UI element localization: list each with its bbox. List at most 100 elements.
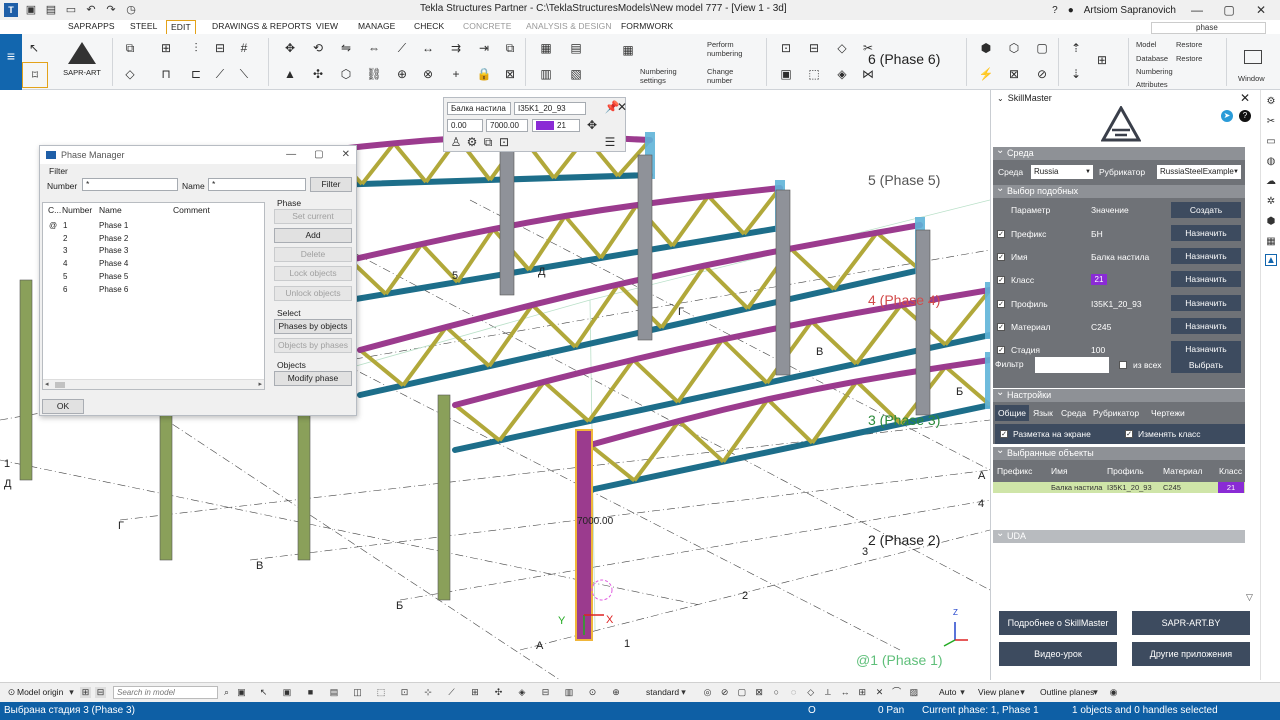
window-label[interactable]: Window [1238, 74, 1265, 83]
sel-col-name[interactable]: Имя [1051, 466, 1068, 476]
toolbar-close-icon[interactable]: ✕ [614, 101, 630, 113]
video-lesson-button[interactable]: Видео-урок [999, 642, 1117, 666]
filter-input[interactable] [1035, 357, 1109, 373]
tab-steel[interactable]: STEEL [130, 21, 157, 31]
workplane-icon[interactable]: ⊞ [80, 687, 91, 698]
column[interactable] [915, 229, 931, 416]
list-mini-icon[interactable]: ☰ [602, 136, 618, 148]
polygon-icon[interactable]: ⬡ [338, 68, 354, 80]
select-component-icon[interactable]: ⬚ [376, 687, 387, 698]
table-row[interactable]: 3 Phase 3 [43, 246, 263, 258]
phase-list[interactable]: C... Number Name Comment @1 Phase 1 2 Phase… [42, 202, 265, 390]
attributes-label[interactable]: Attributes [1136, 80, 1168, 89]
truss-web-member[interactable] [530, 303, 577, 349]
tab-drawings-reports[interactable]: DRAWINGS & REPORTS [212, 21, 312, 31]
section-settings[interactable]: Настройки [993, 386, 1245, 402]
sel-col-prefix[interactable]: Префикс [997, 466, 1032, 476]
numbering-settings-icon[interactable]: ▦ [620, 44, 636, 56]
snap-ortho-icon[interactable]: ⊘ [719, 687, 730, 698]
inquire-icon[interactable]: ⊡ [778, 42, 794, 54]
truss-web-member[interactable] [944, 365, 990, 407]
snap-extension-icon[interactable]: ↔ [840, 687, 851, 698]
sel-col-class[interactable]: Класс [1219, 466, 1242, 476]
class-field[interactable]: 21 [532, 119, 580, 132]
grid-line[interactable] [399, 499, 990, 601]
dialog-close-button[interactable]: ✕ [342, 149, 350, 160]
snap-nearest-icon[interactable]: ✕ [874, 687, 885, 698]
snap-end-icon[interactable]: ▢ [736, 687, 747, 698]
truss-web-member[interactable] [631, 358, 680, 404]
snap-arc-icon[interactable]: ⌒ [891, 687, 902, 698]
table-row[interactable]: 5 Phase 5 [43, 272, 263, 284]
part-icon[interactable]: ♙ [448, 136, 464, 148]
tab-edit[interactable]: EDIT [166, 20, 196, 34]
explode-icon[interactable]: ⊠ [1006, 68, 1022, 80]
tab-check[interactable]: CHECK [414, 21, 444, 31]
section-environment[interactable]: Среда [993, 144, 1245, 160]
truss-web-member[interactable] [721, 338, 769, 385]
lock-closed-icon[interactable]: ⊠ [502, 68, 518, 80]
scroll-right-icon[interactable]: ▸ [258, 380, 262, 388]
select-assembly-icon[interactable]: ◈ [517, 687, 528, 698]
align-icon[interactable]: ⇉ [448, 42, 464, 54]
measure-icon[interactable]: ⇔ [366, 42, 382, 54]
move-icon[interactable]: ⊞ [158, 42, 174, 54]
select-plane-icon[interactable]: ⊞ [470, 687, 481, 698]
auto-chevron-icon[interactable]: ▾ [957, 687, 968, 698]
scroll-left-icon[interactable]: ◂ [45, 380, 49, 388]
select-weld-icon[interactable]: ◫ [352, 687, 363, 698]
table-row[interactable]: @1 Phase 1 [43, 221, 263, 233]
side-menu-strip[interactable]: ≡ [0, 34, 22, 90]
about-skillmaster-button[interactable]: Подробнее о SkillMaster [999, 611, 1117, 635]
select-diamond-icon[interactable]: ◇ [834, 42, 850, 54]
snap-circle-icon[interactable]: ○ [771, 687, 782, 698]
split-icon[interactable]: ⫶ [188, 42, 204, 54]
paste-mini-icon[interactable]: ⊡ [496, 136, 512, 148]
select-line-icon[interactable]: ⟋ [446, 687, 457, 698]
perform-numbering-label[interactable]: Perform numbering [707, 40, 757, 58]
weld-icon[interactable]: ⊕ [394, 68, 410, 80]
change-class-checkbox[interactable]: ✓ [1125, 430, 1133, 438]
truss-web-member[interactable] [588, 443, 636, 483]
numbering-label[interactable]: Numbering [1136, 67, 1173, 76]
truss-web-member[interactable] [444, 325, 491, 368]
copy-mini-icon[interactable]: ⧉ [480, 136, 496, 148]
distance-icon[interactable]: ↔ [420, 42, 436, 54]
undo-icon[interactable]: ↶ [84, 3, 98, 17]
contextual-toolbar[interactable]: Балка настила I35K1_20_93 📌 ✕ 0.00 7000.… [443, 97, 627, 152]
select-surface-icon[interactable]: ■ [305, 687, 316, 698]
tab-analysis-design[interactable]: ANALYSIS & DESIGN [526, 21, 612, 31]
copy-icon[interactable]: ⧉ [122, 42, 138, 54]
move-special-icon[interactable]: ✥ [282, 42, 298, 54]
truss-web-member[interactable] [392, 142, 428, 184]
select-arrow-icon[interactable]: ↖ [26, 42, 42, 54]
param-checkbox[interactable]: ✓ [997, 253, 1005, 262]
param-checkbox[interactable]: ✓ [997, 230, 1005, 238]
unlock-objects-button[interactable]: Unlock objects [274, 286, 352, 301]
tekla-logo-icon[interactable]: T [4, 3, 18, 17]
set-current-button[interactable]: Set current [274, 209, 352, 224]
phase-up-icon[interactable]: ⇡ [1068, 42, 1084, 54]
marking-checkbox[interactable]: ✓ [1000, 430, 1008, 438]
col-name-header[interactable]: Name [99, 205, 122, 217]
collapse-icon[interactable]: ⌄ [997, 94, 1004, 103]
table-row[interactable]: 6 Phase 6 [43, 285, 263, 297]
copy-special-icon[interactable]: ⧉ [502, 42, 518, 54]
selected-column[interactable] [575, 429, 593, 641]
cut-icon[interactable]: ⟋ [212, 68, 228, 80]
minimize-button[interactable]: — [1186, 3, 1208, 17]
truss-web-member[interactable] [542, 380, 591, 423]
numbering-icon[interactable]: ▦ [538, 42, 554, 54]
snap-options-icon[interactable]: ◎ [702, 687, 713, 698]
plate-icon[interactable]: ◇ [122, 68, 138, 80]
col-number-header[interactable]: Number [62, 205, 92, 217]
sapr-art-button[interactable]: SAPR-ART [60, 40, 104, 86]
snap-icon[interactable]: ▲ [282, 68, 298, 80]
settings-tab[interactable]: Среда [1061, 408, 1086, 418]
truss-web-member[interactable] [677, 419, 725, 464]
lock-icon[interactable]: 🔒 [476, 68, 492, 80]
select-grid-icon[interactable]: ⊡ [399, 687, 410, 698]
tab-manage[interactable]: MANAGE [358, 21, 395, 31]
phases-by-objects-button[interactable]: Phases by objects [274, 319, 352, 334]
truss-web-member[interactable] [358, 348, 405, 387]
